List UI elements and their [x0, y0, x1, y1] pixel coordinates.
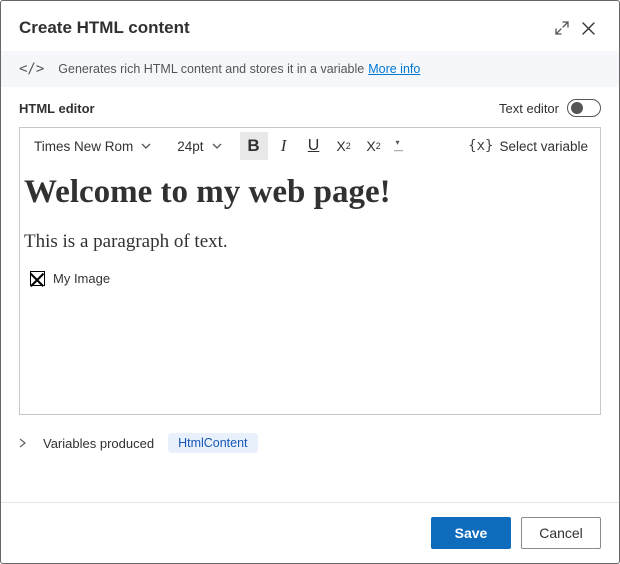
font-family-dropdown[interactable]: Times New Rom — [26, 136, 159, 157]
variable-icon: {x} — [468, 138, 493, 154]
underline-button[interactable]: U — [300, 132, 328, 160]
expand-icon[interactable] — [549, 15, 575, 41]
variable-chip[interactable]: HtmlContent — [168, 433, 257, 453]
image-alt-text: My Image — [53, 271, 110, 286]
info-text: Generates rich HTML content and stores i… — [58, 62, 364, 76]
superscript-button[interactable]: X2 — [360, 132, 388, 160]
broken-image-icon — [30, 271, 45, 286]
editor-content[interactable]: Welcome to my web page! This is a paragr… — [20, 164, 600, 414]
editor-label: HTML editor — [19, 101, 499, 116]
editor-header: HTML editor Text editor — [1, 87, 619, 123]
chevron-down-icon — [141, 143, 151, 149]
italic-button[interactable]: I — [270, 132, 298, 160]
chevron-right-icon — [19, 438, 29, 448]
text-editor-label: Text editor — [499, 101, 559, 116]
code-icon: </> — [19, 61, 44, 77]
create-html-dialog: Create HTML content </> Generates rich H… — [0, 0, 620, 564]
font-family-value: Times New Rom — [34, 139, 133, 154]
variables-produced-row[interactable]: Variables produced HtmlContent — [1, 415, 619, 457]
more-info-link[interactable]: More info — [368, 62, 420, 76]
dialog-footer: Save Cancel — [1, 502, 619, 563]
image-placeholder[interactable]: My Image — [24, 271, 596, 286]
chevron-down-icon: ▾ — [396, 140, 400, 145]
dialog-titlebar: Create HTML content — [1, 1, 619, 51]
text-editor-toggle-group: Text editor — [499, 99, 601, 117]
variables-produced-label: Variables produced — [43, 436, 154, 451]
text-editor-switch[interactable] — [567, 99, 601, 117]
more-tools-button[interactable]: ▾ — — [390, 132, 406, 160]
switch-knob — [571, 102, 583, 114]
select-variable-button[interactable]: {x} Select variable — [468, 138, 594, 154]
cancel-button[interactable]: Cancel — [521, 517, 601, 549]
editor-toolbar: Times New Rom 24pt B I U X2 X2 ▾ — — [20, 128, 600, 164]
select-variable-label: Select variable — [499, 139, 588, 154]
dialog-title: Create HTML content — [19, 18, 549, 38]
font-size-dropdown[interactable]: 24pt — [169, 136, 229, 157]
info-bar: </> Generates rich HTML content and stor… — [1, 51, 619, 87]
html-editor: Times New Rom 24pt B I U X2 X2 ▾ — — [19, 127, 601, 415]
bold-button[interactable]: B — [240, 132, 268, 160]
save-button[interactable]: Save — [431, 517, 511, 549]
chevron-down-icon — [212, 143, 222, 149]
font-size-value: 24pt — [177, 139, 203, 154]
content-heading[interactable]: Welcome to my web page! — [24, 174, 596, 211]
content-paragraph[interactable]: This is a paragraph of text. — [24, 231, 596, 253]
subscript-button[interactable]: X2 — [330, 132, 358, 160]
close-icon[interactable] — [575, 15, 601, 41]
